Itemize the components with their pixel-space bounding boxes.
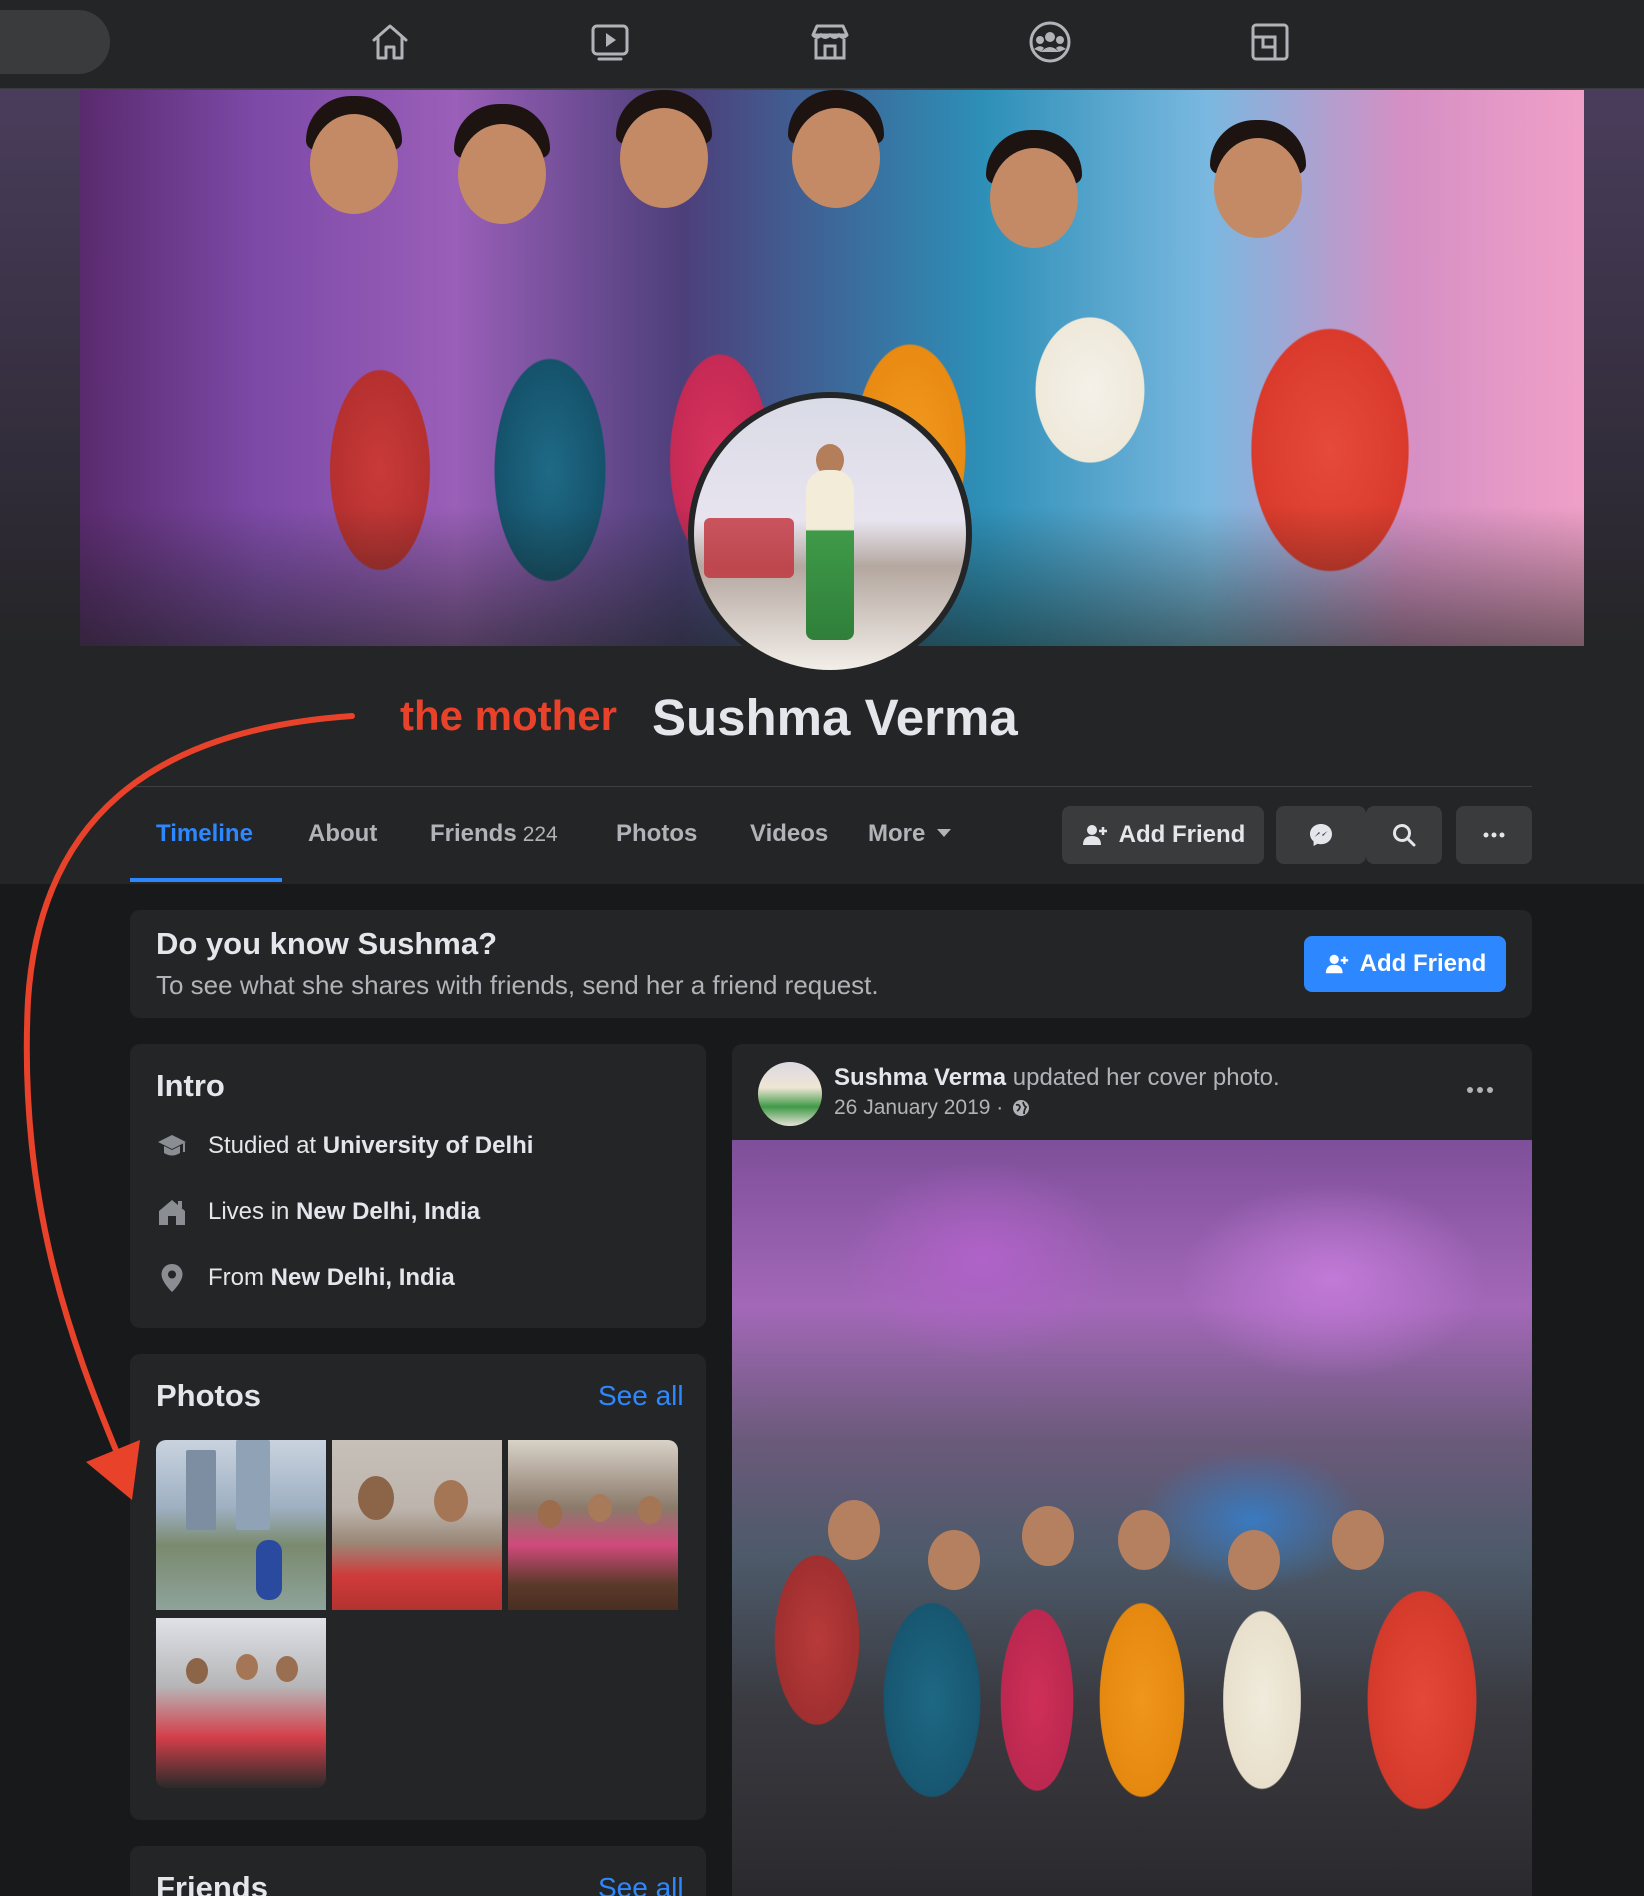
tab-about[interactable]: About <box>308 820 377 848</box>
search-profile-button[interactable] <box>1366 806 1442 864</box>
intro-hometown-value[interactable]: New Delhi, India <box>271 1264 455 1291</box>
intro-card: Intro Studied at University of Delhi Liv… <box>130 1044 706 1328</box>
tab-more-label: More <box>868 820 926 847</box>
tab-friends[interactable]: Friends 224 <box>430 820 558 848</box>
groups-icon[interactable] <box>1026 18 1074 66</box>
messenger-icon <box>1310 824 1332 846</box>
friends-see-all-link[interactable]: See all <box>598 1872 684 1896</box>
caret-down-icon <box>937 828 952 837</box>
search-icon <box>1393 824 1416 847</box>
intro-residence-prefix: Lives in <box>208 1198 297 1225</box>
photo-thumbnail[interactable] <box>156 1440 326 1610</box>
profile-name: Sushma Verma <box>652 689 1018 746</box>
search-pill[interactable] <box>0 10 110 74</box>
intro-item-education: Studied at University of Delhi <box>156 1130 533 1162</box>
intro-title: Intro <box>156 1068 225 1103</box>
post-author-name[interactable]: Sushma Verma <box>834 1064 1006 1091</box>
photo-thumbnail[interactable] <box>332 1440 502 1610</box>
intro-hometown-prefix: From <box>208 1264 271 1291</box>
post-options-icon[interactable] <box>1460 1078 1500 1102</box>
intro-item-residence: Lives in New Delhi, India <box>156 1196 480 1228</box>
house-icon <box>159 1200 185 1225</box>
gaming-icon[interactable] <box>1246 18 1294 66</box>
add-friend-primary-button[interactable]: Add Friend <box>1304 936 1506 992</box>
post-author-avatar[interactable] <box>758 1062 822 1126</box>
post-meta: 26 January 2019 · <box>834 1096 1031 1120</box>
profile-picture[interactable] <box>688 392 972 676</box>
tab-friends-label: Friends <box>430 820 517 847</box>
header-divider <box>130 786 1532 787</box>
prompt-title: Do you know Sushma? <box>156 926 498 961</box>
add-person-icon <box>1082 825 1107 845</box>
photo-thumbnail[interactable] <box>156 1618 326 1788</box>
tab-photos[interactable]: Photos <box>616 820 697 848</box>
photos-title: Photos <box>156 1378 262 1413</box>
photo-thumbnail[interactable] <box>508 1440 678 1610</box>
graduation-cap-icon <box>158 1135 186 1156</box>
message-button[interactable] <box>1276 806 1366 864</box>
annotation-label: the mother <box>400 692 618 739</box>
ellipsis-icon <box>1483 832 1505 838</box>
post-action-text: updated her cover photo. <box>1006 1064 1280 1091</box>
post-photo[interactable] <box>732 1140 1532 1896</box>
photos-card: Photos See all <box>130 1354 706 1820</box>
post-date[interactable]: 26 January 2019 · <box>834 1096 1003 1120</box>
tab-more[interactable]: More <box>868 820 952 848</box>
add-person-icon <box>1325 954 1348 974</box>
watch-icon[interactable] <box>586 18 634 66</box>
friends-card: Friends See all <box>130 1846 706 1896</box>
add-friend-button[interactable]: Add Friend <box>1062 806 1264 864</box>
marketplace-icon[interactable] <box>806 18 854 66</box>
tab-videos[interactable]: Videos <box>750 820 828 848</box>
friends-title: Friends <box>156 1870 268 1896</box>
top-navigation-bar <box>0 0 1644 89</box>
intro-residence-value[interactable]: New Delhi, India <box>296 1198 480 1225</box>
more-options-button[interactable] <box>1456 806 1532 864</box>
add-friend-label: Add Friend <box>1118 821 1246 848</box>
friends-count: 224 <box>522 823 558 846</box>
post-header-text: Sushma Verma updated her cover photo. <box>834 1064 1280 1092</box>
globe-icon <box>1013 1100 1030 1116</box>
intro-education-prefix: Studied at <box>208 1132 323 1159</box>
location-pin-icon <box>161 1264 183 1292</box>
active-tab-indicator <box>130 878 282 882</box>
tab-timeline[interactable]: Timeline <box>156 820 253 848</box>
add-friend-primary-label: Add Friend <box>1359 950 1487 977</box>
intro-item-hometown: From New Delhi, India <box>156 1262 455 1294</box>
photos-see-all-link[interactable]: See all <box>598 1380 684 1412</box>
home-icon[interactable] <box>366 18 414 66</box>
intro-education-value[interactable]: University of Delhi <box>323 1132 534 1159</box>
prompt-subtitle: To see what she shares with friends, sen… <box>156 970 879 1000</box>
